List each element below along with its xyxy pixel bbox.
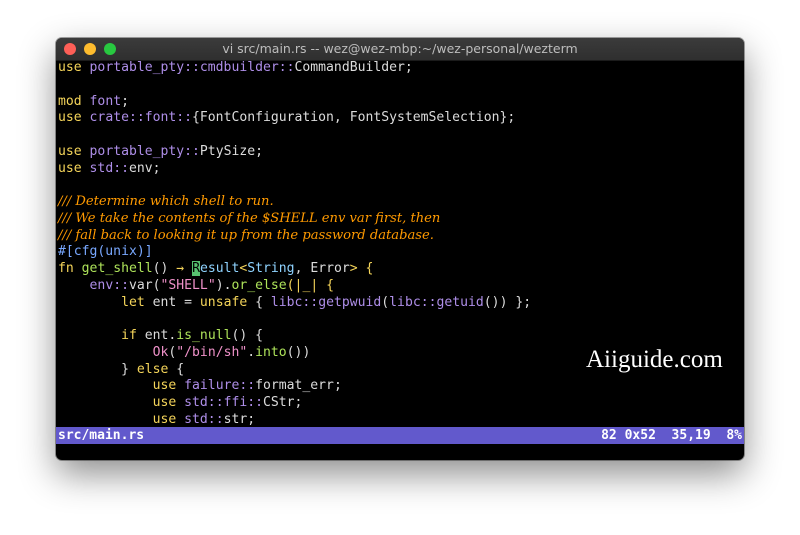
code-line-15: let ent = unsafe { libc::getpwuid(libc::… — [121, 294, 532, 310]
code-line-11: /// fall back to looking it up from the … — [58, 228, 742, 245]
window-title: vi src/main.rs -- wez@wez-mbp:~/wez-pers… — [222, 41, 578, 56]
doc-comment: /// We take the contents of the $SHELL e… — [58, 210, 441, 226]
doc-comment: /// fall back to looking it up from the … — [58, 227, 434, 243]
code-line-1: use portable_pty::cmdbuilder::CommandBui… — [58, 60, 413, 75]
code-line-17: if ent.is_null() { — [121, 328, 264, 343]
text-cursor: R — [192, 261, 200, 276]
code-line-14: env::var("SHELL").or_else(|_| { — [89, 277, 334, 293]
status-file-name: src/main.rs — [58, 428, 145, 443]
code-line-10: /// We take the contents of the $SHELL e… — [58, 211, 742, 228]
code-line-22: use std::str; — [152, 411, 256, 427]
code-line-20: use failure::format_err; — [152, 378, 342, 394]
code-line-12: #[cfg(unix)] — [58, 244, 742, 261]
status-cursor-position: 82 0x52 35,19 8% — [601, 428, 742, 443]
title-bar[interactable]: vi src/main.rs -- wez@wez-mbp:~/wez-pers… — [56, 38, 744, 61]
doc-comment: /// Determine which shell to run. — [58, 194, 274, 209]
code-line-7: use std::env; — [58, 160, 161, 176]
code-line-3: mod font; — [58, 93, 129, 109]
watermark-logo: Aiiguide.com — [586, 346, 723, 373]
code-line-13: fn get_shell() → Result<String, Error> { — [58, 261, 374, 276]
cfg-attribute: #[cfg(unix)] — [58, 244, 153, 260]
vim-status-bar: src/main.rs 82 0x52 35,19 8% — [56, 427, 744, 444]
code-line-6: use portable_pty::PtySize; — [58, 143, 263, 159]
terminal-window: vi src/main.rs -- wez@wez-mbp:~/wez-pers… — [56, 38, 744, 460]
code-line-9: /// Determine which shell to run. — [58, 194, 742, 211]
code-line-4: use crate::font::{FontConfiguration, Fon… — [58, 110, 516, 126]
code-line-21: use std::ffi::CStr; — [152, 395, 303, 410]
